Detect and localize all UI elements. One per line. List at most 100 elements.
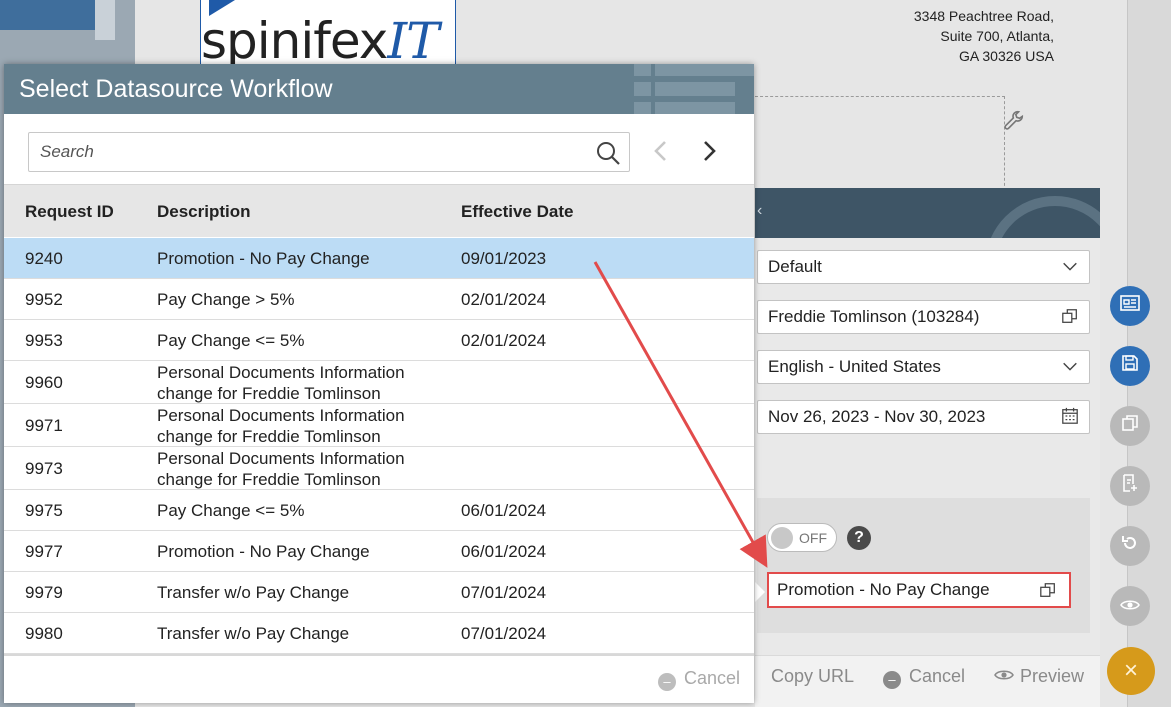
description-cell: Pay Change > 5% [157,290,295,309]
date-range-value: Nov 26, 2023 - Nov 30, 2023 [768,407,986,426]
dialog-title: Select Datasource Workflow [19,75,333,103]
copy-url-label: Copy URL [771,666,855,686]
description-cell: Transfer w/o Pay Change [157,583,350,602]
undo-button[interactable] [1110,526,1150,566]
effective-date-cell: 06/01/2024 [461,501,547,520]
search-input[interactable] [29,133,589,171]
dialog-header: Select Datasource Workflow [4,64,754,114]
chevron-down-icon [1061,357,1079,379]
address-line: Suite 700, Atlanta, [940,28,1054,44]
company-address: 3348 Peachtree Road, Suite 700, Atlanta,… [914,6,1054,66]
table-row[interactable]: 9960 Personal Documents Information chang… [4,361,754,404]
effective-date-cell: 02/01/2024 [461,290,547,309]
table-row[interactable]: 9980 Transfer w/o Pay Change 07/01/2024 [4,613,754,654]
workflow-subpanel [757,498,1090,633]
column-header-request-id[interactable]: Request ID [25,202,114,222]
request-id-cell: 9973 [25,459,63,478]
workflow-toggle[interactable]: OFF [767,523,837,552]
column-header-effective-date[interactable]: Effective Date [461,202,573,222]
table-row[interactable]: 9953 Pay Change <= 5% 02/01/2024 [4,320,754,361]
effective-date-cell: 02/01/2024 [461,331,547,350]
effective-date-cell: 07/01/2024 [461,583,547,602]
add-document-button[interactable] [1110,466,1150,506]
description-cell: Pay Change <= 5% [157,331,305,350]
table-row[interactable]: 9952 Pay Change > 5% 02/01/2024 [4,279,754,320]
template-select[interactable]: Default [757,250,1090,284]
preview-button[interactable]: Preview [994,666,1084,687]
popup-select-icon[interactable] [1061,307,1079,329]
table-row[interactable]: 9973 Personal Documents Information chang… [4,447,754,490]
table-row[interactable]: 9975 Pay Change <= 5% 06/01/2024 [4,490,754,531]
table-row[interactable]: 9977 Promotion - No Pay Change 06/01/2024 [4,531,754,572]
eye-icon [994,666,1014,687]
list-icon [634,64,754,114]
request-id-cell: 9953 [25,331,63,350]
workflow-value: Promotion - No Pay Change [777,580,990,599]
copy-button[interactable] [1110,406,1150,446]
logo-text: spinifexIT [201,12,439,70]
toggle-label: OFF [799,530,827,546]
wrench-icon[interactable] [1003,110,1025,138]
request-id-cell: 9975 [25,501,63,520]
dialog-footer: – Cancel [4,654,754,703]
effective-date-cell: 06/01/2024 [461,542,547,561]
address-line: 3348 Peachtree Road, [913,8,1054,24]
cancel-button[interactable]: – Cancel [657,668,740,691]
request-id-cell: 9960 [25,373,63,392]
copy-url-button[interactable]: Copy URL [771,666,854,687]
request-id-cell: 9979 [25,583,63,602]
signature-placeholder [755,96,1005,191]
description-cell: Promotion - No Pay Change [157,249,370,268]
toggle-knob [771,527,793,549]
minus-circle-icon: – [883,671,901,689]
effective-date-cell: 09/01/2023 [461,249,547,268]
column-header-description[interactable]: Description [157,202,251,222]
request-id-cell: 9952 [25,290,63,309]
help-icon[interactable]: ? [847,526,871,550]
description-cell: Transfer w/o Pay Change [157,624,350,643]
address-line: GA 30326 USA [959,48,1054,64]
save-button[interactable] [1110,346,1150,386]
employee-field[interactable]: Freddie Tomlinson (103284) [757,300,1090,334]
chevron-down-icon [1061,257,1079,279]
close-fab-button[interactable]: × [1107,647,1155,695]
effective-date-cell: 07/01/2024 [461,624,547,643]
table-header: Request ID Description Effective Date [4,184,754,237]
document-icon-button[interactable] [1110,286,1150,326]
sidebar-header-block [0,0,95,30]
workflow-field[interactable]: Promotion - No Pay Change [767,572,1071,608]
request-id-cell: 9977 [25,542,63,561]
chevron-left-icon [654,141,666,161]
chevron-right-icon [704,141,716,161]
popup-select-icon[interactable] [1039,581,1057,603]
search-icon[interactable] [595,140,621,166]
calendar-icon[interactable] [1061,407,1079,429]
language-value: English - United States [768,357,941,376]
description-cell: Personal Documents Information change fo… [157,406,405,446]
previous-page-button[interactable] [646,136,676,166]
minus-circle-icon: – [657,673,676,691]
view-button[interactable] [1110,586,1150,626]
table-row[interactable]: 9979 Transfer w/o Pay Change 07/01/2024 [4,572,754,613]
popup-pointer [755,582,765,602]
sidebar-accent-block [95,0,115,40]
select-datasource-workflow-dialog: Select Datasource Workflow Request ID De… [4,64,754,703]
request-id-cell: 9980 [25,624,63,643]
preview-label: Preview [1020,666,1085,686]
language-select[interactable]: English - United States [757,350,1090,384]
search-box [28,132,630,172]
table-row[interactable]: 9240 Promotion - No Pay Change 09/01/2023 [4,238,754,279]
description-cell: Pay Change <= 5% [157,501,305,520]
next-page-button[interactable] [694,136,724,166]
date-range-field[interactable]: Nov 26, 2023 - Nov 30, 2023 [757,400,1090,434]
description-cell: Personal Documents Information change fo… [157,449,405,489]
table-row[interactable]: 9971 Personal Documents Information chang… [4,404,754,447]
chevron-left-icon[interactable]: ‹ [757,202,762,220]
employee-value: Freddie Tomlinson (103284) [768,307,980,326]
template-value: Default [768,257,822,276]
panel-header: ‹ [755,188,1100,238]
company-logo: spinifexIT [200,0,456,72]
panel-cancel-label: Cancel [909,666,966,686]
panel-cancel-button[interactable]: – Cancel [883,666,965,689]
close-icon: × [1123,657,1138,684]
